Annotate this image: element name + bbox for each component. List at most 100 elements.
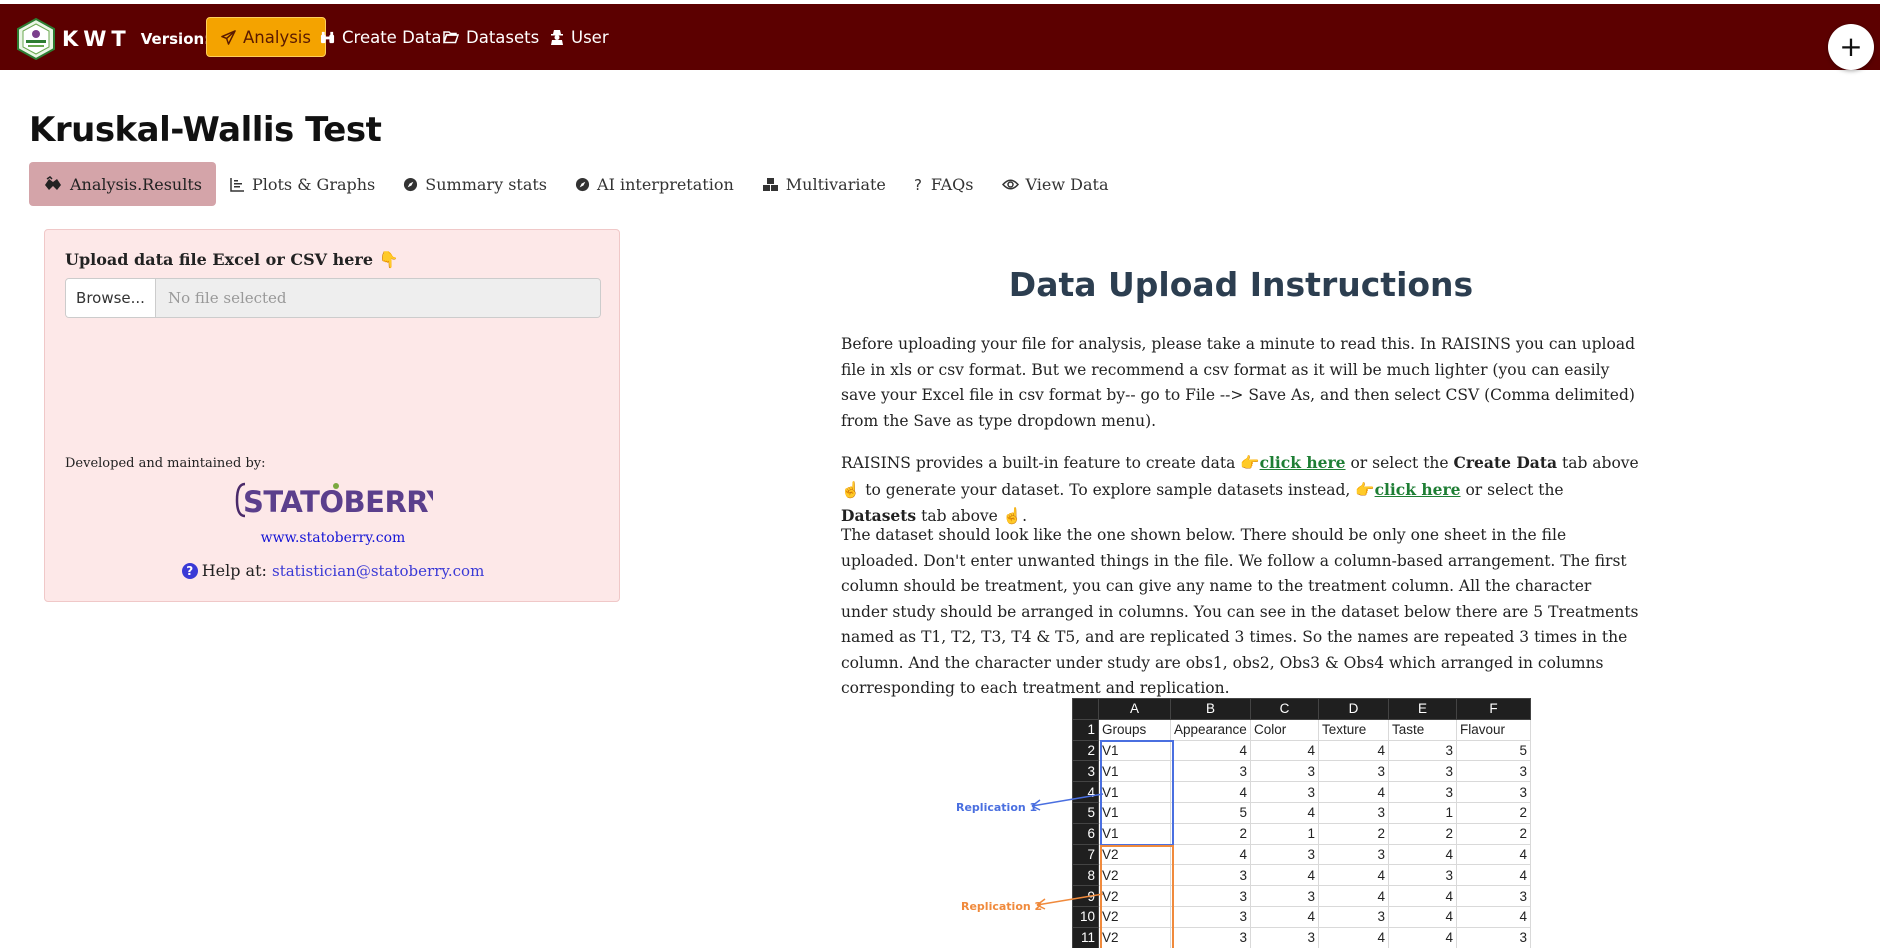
tab-label: View Data (1025, 174, 1109, 194)
website-link[interactable]: www.statoberry.com (45, 530, 621, 546)
raisins-logo (17, 18, 55, 60)
tab-plots-graphs[interactable]: Plots & Graphs (216, 162, 389, 206)
example-spreadsheet: A B C D E F 1 Groups Appearance Color Textur… (956, 698, 1531, 948)
help-prefix: Help at: (201, 561, 267, 580)
data-cell: 3 (1388, 739, 1457, 762)
data-cell: 4 (1388, 843, 1457, 866)
col-letter: D (1318, 698, 1389, 720)
data-cell: 5 (1456, 739, 1531, 762)
data-cell: 3 (1250, 926, 1319, 948)
create-data-link[interactable]: click here (1260, 453, 1346, 472)
nav-datasets[interactable]: Datasets (429, 17, 553, 57)
brand-name: KWT (62, 27, 131, 51)
instructions-para-3: The dataset should look like the one sho… (841, 526, 1639, 697)
instructions-para-2: RAISINS provides a built-in feature to c… (841, 450, 1641, 530)
help-line: ? Help at: statistician@statoberry.com (45, 561, 621, 580)
data-cell: 3 (1250, 843, 1319, 866)
data-cell: 4 (1318, 864, 1389, 887)
data-cell: 3 (1456, 885, 1531, 907)
data-cell: 3 (1318, 801, 1389, 824)
tab-label: FAQs (930, 174, 974, 194)
nav-datasets-label: Datasets (466, 27, 540, 47)
para2-text-4: or select the (1460, 480, 1564, 499)
header-cell: Texture (1318, 718, 1389, 741)
data-cell: 2 (1388, 822, 1457, 845)
tab-ai-interpretation[interactable]: AI interpretation (561, 162, 748, 206)
data-cell: 3 (1388, 864, 1457, 887)
data-cell: 3 (1456, 926, 1531, 948)
data-cell: 3 (1456, 781, 1531, 803)
data-cell: 4 (1250, 864, 1319, 887)
data-cell: 3 (1456, 760, 1531, 783)
cubes-icon (762, 177, 778, 191)
tab-view-data[interactable]: View Data (988, 162, 1123, 206)
create-data-ref: Create Data (1453, 453, 1558, 472)
data-cell: 4 (1318, 739, 1389, 762)
tab-summary-stats[interactable]: Summary stats (389, 162, 561, 206)
nav-analysis-label: Analysis (243, 27, 311, 47)
data-cell: 3 (1388, 781, 1457, 803)
developed-by-label: Developed and maintained by: (65, 456, 266, 471)
data-cell: 3 (1318, 905, 1389, 928)
top-navbar: KWT Version: 1.0.0 Analysis Create Data … (0, 4, 1880, 70)
instructions-title: Data Upload Instructions (1008, 265, 1474, 304)
tab-label: AI interpretation (597, 174, 734, 194)
help-email-link[interactable]: statistician@statoberry.com (272, 562, 484, 580)
tab-multivariate[interactable]: Multivariate (748, 162, 900, 206)
eye-icon (1001, 179, 1019, 189)
folder-open-icon (443, 31, 459, 44)
svg-text:?: ? (914, 177, 922, 192)
statoberry-logo[interactable]: STATOBERRY (233, 478, 433, 522)
data-cell: 3 (1388, 760, 1457, 783)
data-cell: 4 (1456, 864, 1531, 887)
header-cell: Color (1250, 718, 1319, 741)
tab-faqs[interactable]: ? FAQs (900, 162, 988, 206)
header-cell: Flavour (1456, 718, 1531, 741)
main-content: Data Upload Instructions Before uploadin… (841, 265, 1641, 697)
nav-user[interactable]: User (536, 17, 623, 57)
add-button[interactable]: + (1828, 24, 1874, 70)
replication-1-label: Replication 1 (956, 801, 1038, 814)
col-letter: C (1250, 698, 1319, 720)
replication-2-label: Replication 2 (961, 900, 1043, 913)
paper-plane-icon (221, 29, 236, 45)
data-cell: 1 (1388, 801, 1457, 824)
datasets-link[interactable]: click here (1375, 480, 1461, 499)
binoculars-icon (320, 31, 335, 43)
page-title: Kruskal-Wallis Test (29, 110, 382, 150)
compass-icon (575, 177, 590, 191)
svg-text:STATOBERRY: STATOBERRY (243, 485, 433, 519)
data-cell: 3 (1250, 885, 1319, 907)
data-cell: 4 (1250, 739, 1319, 762)
hands-icon (45, 176, 61, 190)
replication-1-box (1100, 740, 1174, 846)
file-input[interactable]: Browse... No file selected (65, 278, 601, 318)
data-cell: 3 (1318, 760, 1389, 783)
user-secret-icon (551, 30, 563, 45)
data-cell: 3 (1318, 843, 1389, 866)
tab-analysis-results[interactable]: Analysis.Results (29, 162, 216, 206)
tab-label: Multivariate (785, 174, 886, 194)
data-cell: 3 (1250, 781, 1319, 803)
tab-label: Plots & Graphs (251, 174, 376, 194)
data-cell: 4 (1318, 926, 1389, 948)
data-cell: 4 (1250, 801, 1319, 824)
data-cell: 2 (1456, 822, 1531, 845)
compass-icon (404, 177, 418, 191)
upload-panel: Upload data file Excel or CSV here 👇 Bro… (44, 229, 620, 602)
upload-label: Upload data file Excel or CSV here 👇 (65, 250, 399, 269)
data-cell: 4 (1388, 905, 1457, 928)
header-cell: Taste (1388, 718, 1457, 741)
tab-label: Summary stats (425, 174, 548, 194)
col-letter: F (1456, 698, 1531, 720)
question-circle-icon: ? (181, 563, 198, 579)
data-cell: 4 (1318, 781, 1389, 803)
file-name-field[interactable]: No file selected (156, 279, 600, 317)
nav-user-label: User (571, 27, 609, 47)
bar-chart-icon (230, 177, 244, 192)
data-cell: 2 (1318, 822, 1389, 845)
data-cell: 4 (1388, 885, 1457, 907)
data-cell: 3 (1250, 760, 1319, 783)
para2-text-2: or select the (1345, 454, 1454, 472)
browse-button[interactable]: Browse... (66, 279, 156, 317)
